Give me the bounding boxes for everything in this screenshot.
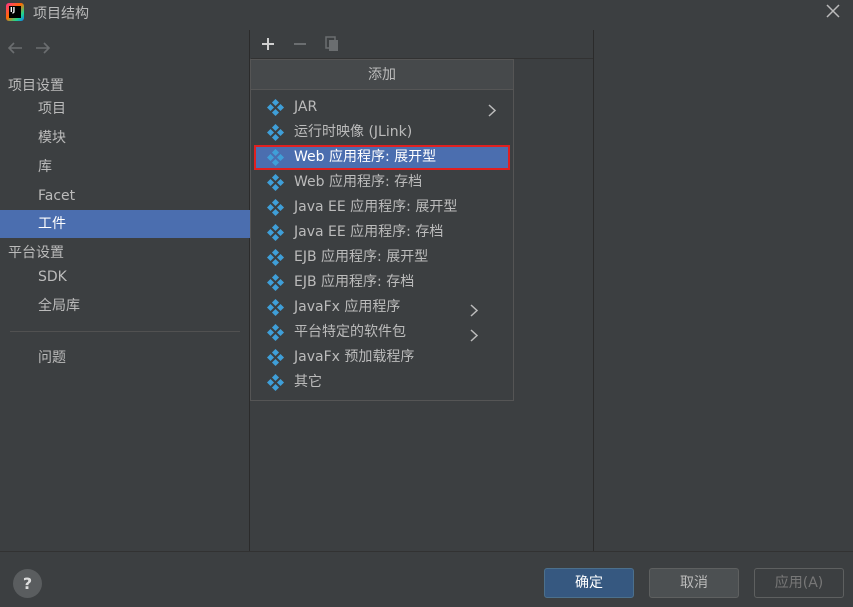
artifacts-toolbar (251, 30, 593, 59)
menu-item[interactable]: Java EE 应用程序: 存档 (251, 220, 513, 245)
artifact-type-icon (266, 248, 285, 267)
title-bar: IJ 项目结构 (0, 0, 853, 25)
menu-item[interactable]: Web 应用程序: 存档 (251, 170, 513, 195)
menu-item[interactable]: 运行时映像 (JLink) (251, 120, 513, 145)
popup-title: 添加 (251, 60, 513, 90)
forward-arrow-icon[interactable] (33, 39, 53, 57)
menu-item-label: EJB 应用程序: 展开型 (294, 249, 429, 265)
sidebar-item-artifacts[interactable]: 工件 (0, 210, 250, 238)
copy-icon[interactable] (323, 35, 341, 53)
menu-item-label: JAR (294, 99, 318, 115)
artifact-type-icon (266, 123, 285, 142)
artifact-type-icon (266, 348, 285, 367)
artifact-type-icon (266, 273, 285, 292)
back-arrow-icon[interactable] (5, 39, 25, 57)
artifact-type-icon (266, 98, 285, 117)
menu-item[interactable]: 其它 (251, 370, 513, 395)
add-icon[interactable] (259, 35, 277, 53)
artifact-type-icon (266, 298, 285, 317)
menu-item-label: JavaFx 预加载程序 (294, 349, 415, 365)
menu-item-label: Java EE 应用程序: 展开型 (294, 199, 458, 215)
apply-button[interactable]: 应用(A) (754, 568, 844, 598)
menu-item[interactable]: JavaFx 应用程序 (251, 295, 513, 320)
menu-item[interactable]: JAR (251, 95, 513, 120)
close-icon[interactable] (822, 2, 844, 22)
artifact-type-icon (266, 173, 285, 192)
sidebar-item-libraries[interactable]: 库 (0, 153, 250, 181)
sidebar-item-modules[interactable]: 模块 (0, 124, 250, 152)
sidebar-item-problems[interactable]: 问题 (0, 344, 250, 372)
menu-item-label: EJB 应用程序: 存档 (294, 274, 415, 290)
menu-item-label: Web 应用程序: 存档 (294, 174, 423, 190)
menu-item-label: 运行时映像 (JLink) (294, 124, 413, 140)
sidebar-item-sdks[interactable]: SDK (0, 263, 250, 291)
chevron-right-icon (469, 301, 479, 317)
artifact-type-icon (266, 323, 285, 342)
menu-item-label: Java EE 应用程序: 存档 (294, 224, 444, 240)
artifact-type-icon (266, 148, 285, 167)
dialog-footer: ? 确定 取消 应用(A) (0, 551, 853, 607)
sidebar-item-facets[interactable]: Facet (0, 182, 250, 210)
artifact-type-icon (266, 373, 285, 392)
intellij-logo-icon: IJ (6, 3, 24, 21)
chevron-right-icon (487, 101, 497, 117)
add-artifact-popup: 添加 JAR 运行时映像 (JLink) Web 应用程序: 展开型 Web 应用程序… (250, 59, 514, 401)
section-project-settings: 项目设置 (8, 78, 64, 94)
sidebar-divider (10, 331, 240, 332)
artifact-type-icon (266, 223, 285, 242)
sidebar: 项目设置 项目 模块 库 Facet 工件 平台设置 SDK 全局库 问题 (0, 30, 250, 551)
menu-item-label: 平台特定的软件包 (294, 324, 406, 340)
artifact-type-icon (266, 198, 285, 217)
help-button[interactable]: ? (13, 569, 42, 598)
section-platform-settings: 平台设置 (8, 245, 64, 261)
menu-item-label: 其它 (294, 374, 322, 390)
artifact-details-panel (593, 30, 853, 551)
menu-item-label: JavaFx 应用程序 (294, 299, 401, 315)
menu-item[interactable]: Java EE 应用程序: 展开型 (251, 195, 513, 220)
menu-item[interactable]: Web 应用程序: 展开型 (254, 145, 510, 170)
menu-item[interactable]: EJB 应用程序: 展开型 (251, 245, 513, 270)
window-title: 项目结构 (33, 6, 89, 22)
menu-item-label: Web 应用程序: 展开型 (294, 149, 437, 165)
cancel-button[interactable]: 取消 (649, 568, 739, 598)
ok-button[interactable]: 确定 (544, 568, 634, 598)
sidebar-item-project[interactable]: 项目 (0, 95, 250, 123)
menu-item[interactable]: JavaFx 预加载程序 (251, 345, 513, 370)
sidebar-item-global-libraries[interactable]: 全局库 (0, 292, 250, 320)
menu-item[interactable]: 平台特定的软件包 (251, 320, 513, 345)
remove-icon[interactable] (291, 35, 309, 53)
chevron-right-icon (469, 326, 479, 342)
menu-item[interactable]: EJB 应用程序: 存档 (251, 270, 513, 295)
